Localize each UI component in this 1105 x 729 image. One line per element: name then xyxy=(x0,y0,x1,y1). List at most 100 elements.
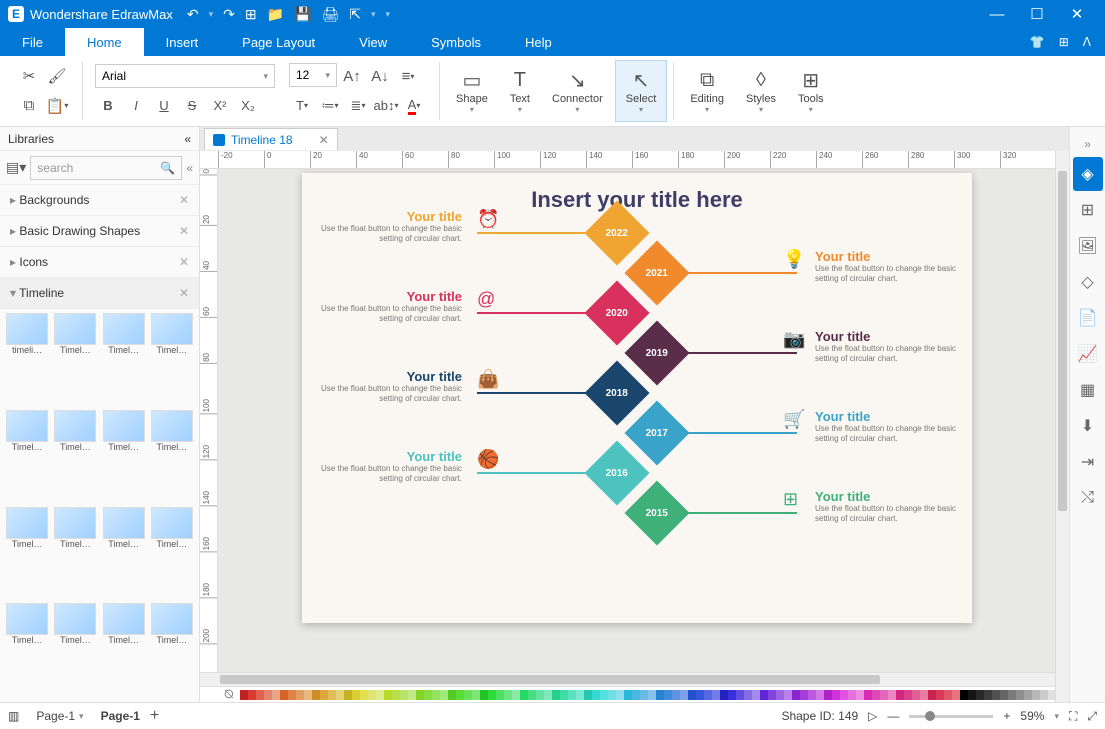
tab-help[interactable]: Help xyxy=(503,28,574,56)
color-swatch[interactable] xyxy=(680,690,688,700)
color-swatch[interactable] xyxy=(856,690,864,700)
italic-button[interactable]: I xyxy=(123,92,149,118)
library-menu-icon[interactable]: ▤▾ xyxy=(6,159,26,176)
timeline-icon[interactable]: ⊞ xyxy=(783,489,798,510)
color-swatch[interactable] xyxy=(816,690,824,700)
color-swatch[interactable] xyxy=(912,690,920,700)
color-swatch[interactable] xyxy=(312,690,320,700)
zoom-slider[interactable] xyxy=(909,715,993,718)
color-swatch[interactable] xyxy=(976,690,984,700)
library-item[interactable]: Timel… xyxy=(101,410,147,505)
color-swatch[interactable] xyxy=(248,690,256,700)
tools-button[interactable]: ⊞ Tools ▾ xyxy=(788,60,834,122)
editing-button[interactable]: ⧉ Editing ▾ xyxy=(680,60,734,122)
color-swatch[interactable] xyxy=(928,690,936,700)
line-spacing-button[interactable]: ≣▾ xyxy=(345,93,371,119)
color-swatch[interactable] xyxy=(432,690,440,700)
color-swatch[interactable] xyxy=(592,690,600,700)
export-icon[interactable]: ⇱ xyxy=(349,6,361,23)
undo-icon[interactable]: ↶ xyxy=(187,6,199,23)
case-button[interactable]: T▾ xyxy=(289,93,315,119)
color-swatch[interactable] xyxy=(600,690,608,700)
color-swatch[interactable] xyxy=(1032,690,1040,700)
canvas-viewport[interactable]: Insert your title here 2022⏰Your titleUs… xyxy=(218,169,1069,686)
color-swatch[interactable] xyxy=(1000,690,1008,700)
color-swatch[interactable] xyxy=(840,690,848,700)
color-swatch[interactable] xyxy=(344,690,352,700)
color-swatch[interactable] xyxy=(952,690,960,700)
timeline-icon[interactable]: 👜 xyxy=(477,369,499,390)
color-swatch[interactable] xyxy=(392,690,400,700)
page-selector[interactable]: Page-1 ▾ xyxy=(29,707,90,725)
color-swatch[interactable] xyxy=(280,690,288,700)
color-swatch[interactable] xyxy=(1016,690,1024,700)
color-swatch[interactable] xyxy=(944,690,952,700)
color-swatch[interactable] xyxy=(576,690,584,700)
timeline-icon[interactable]: ⏰ xyxy=(477,209,499,230)
page-panel-icon[interactable]: 📄 xyxy=(1073,301,1103,335)
no-color-icon[interactable]: ⦰ xyxy=(224,687,234,702)
color-swatch[interactable] xyxy=(488,690,496,700)
new-icon[interactable]: ⊞ xyxy=(245,6,257,23)
library-item[interactable]: timeli… xyxy=(4,313,50,408)
color-swatch[interactable] xyxy=(1040,690,1048,700)
font-color-button[interactable]: A▾ xyxy=(401,93,427,119)
shuffle-panel-icon[interactable]: ⤭ xyxy=(1073,481,1103,515)
color-swatch[interactable] xyxy=(696,690,704,700)
color-swatch[interactable] xyxy=(1024,690,1032,700)
timeline-entry[interactable]: Your titleUse the float button to change… xyxy=(297,369,462,403)
color-swatch[interactable] xyxy=(352,690,360,700)
color-swatch[interactable] xyxy=(824,690,832,700)
timeline-icon[interactable]: @ xyxy=(477,289,495,310)
page[interactable]: Insert your title here 2022⏰Your titleUs… xyxy=(302,173,972,623)
page-list-icon[interactable]: ▥ xyxy=(8,709,19,723)
timeline-icon[interactable]: 📷 xyxy=(783,329,805,350)
color-swatch[interactable] xyxy=(328,690,336,700)
library-item[interactable]: Timel… xyxy=(4,507,50,602)
scrollbar-horizontal[interactable] xyxy=(200,672,1055,686)
color-swatch[interactable] xyxy=(936,690,944,700)
superscript-button[interactable]: X² xyxy=(207,92,233,118)
timeline-entry[interactable]: Your titleUse the float button to change… xyxy=(815,249,980,283)
lib-cat-basic-shapes[interactable]: ▸ Basic Drawing Shapes✕ xyxy=(0,216,199,247)
color-swatch[interactable] xyxy=(752,690,760,700)
scrollbar-vertical[interactable] xyxy=(1055,151,1069,702)
bold-button[interactable]: B xyxy=(95,92,121,118)
paste-button[interactable]: 📋▾ xyxy=(44,93,70,119)
styles-button[interactable]: ◊ Styles ▾ xyxy=(736,60,786,122)
color-swatch[interactable] xyxy=(648,690,656,700)
color-swatch[interactable] xyxy=(688,690,696,700)
color-swatch[interactable] xyxy=(384,690,392,700)
color-swatch[interactable] xyxy=(880,690,888,700)
color-swatch[interactable] xyxy=(888,690,896,700)
timeline-entry[interactable]: Your titleUse the float button to change… xyxy=(815,409,980,443)
tab-home[interactable]: Home xyxy=(65,28,144,56)
color-swatch[interactable] xyxy=(512,690,520,700)
color-swatch[interactable] xyxy=(632,690,640,700)
color-swatch[interactable] xyxy=(624,690,632,700)
color-swatch[interactable] xyxy=(776,690,784,700)
library-item[interactable]: Timel… xyxy=(149,507,195,602)
color-swatch[interactable] xyxy=(984,690,992,700)
chart-panel-icon[interactable]: 📈 xyxy=(1073,337,1103,371)
color-swatch[interactable] xyxy=(408,690,416,700)
zoom-out-button[interactable]: — xyxy=(887,709,899,723)
color-swatch[interactable] xyxy=(536,690,544,700)
color-swatch[interactable] xyxy=(568,690,576,700)
export-panel-icon[interactable]: ⬇ xyxy=(1073,409,1103,443)
lib-cat-backgrounds[interactable]: ▸ Backgrounds✕ xyxy=(0,185,199,216)
add-page-button[interactable]: + xyxy=(150,707,159,725)
color-swatch[interactable] xyxy=(664,690,672,700)
library-item[interactable]: Timel… xyxy=(52,603,98,698)
color-swatch[interactable] xyxy=(552,690,560,700)
align-panel-icon[interactable]: ⇥ xyxy=(1073,445,1103,479)
theme-panel-icon[interactable]: ◈ xyxy=(1073,157,1103,191)
print-icon[interactable]: 🖨 xyxy=(321,6,339,23)
connector-button[interactable]: ↘ Connector ▾ xyxy=(542,60,613,122)
appearance-icon[interactable]: 👕 xyxy=(1030,35,1045,49)
color-swatch[interactable] xyxy=(288,690,296,700)
timeline-icon[interactable]: 💡 xyxy=(783,249,805,270)
image-panel-icon[interactable]: 🖼 xyxy=(1073,229,1103,263)
color-swatch[interactable] xyxy=(720,690,728,700)
color-swatch[interactable] xyxy=(848,690,856,700)
